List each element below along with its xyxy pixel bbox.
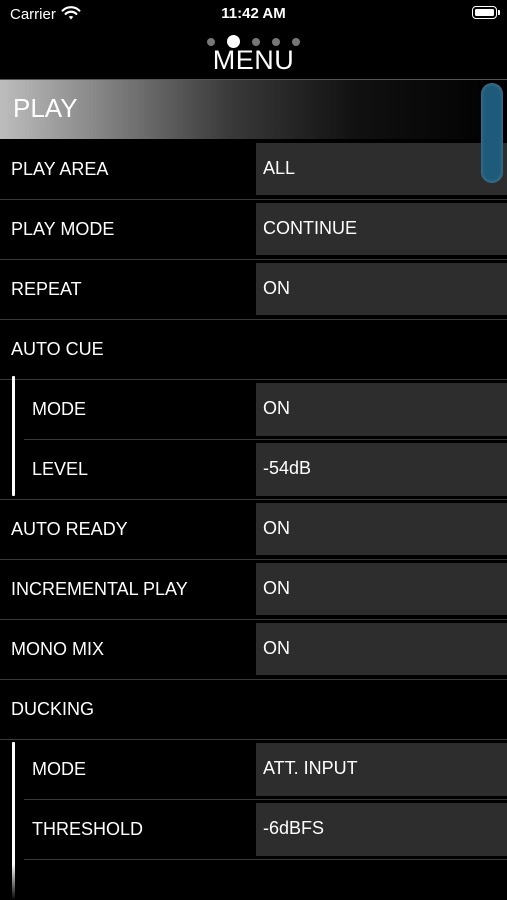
setting-value-field[interactable]: ATT. INPUT (256, 743, 507, 796)
setting-value-field[interactable]: ON (256, 623, 507, 675)
setting-value-field[interactable]: ON (256, 383, 507, 436)
setting-value-field[interactable]: -54dB (256, 443, 507, 496)
group-label: AUTO CUE (11, 339, 104, 359)
setting-label: MODE (32, 759, 86, 779)
setting-value: ON (263, 578, 290, 598)
setting-row-play-area[interactable]: PLAY AREA ALL (0, 140, 507, 200)
setting-label: INCREMENTAL PLAY (11, 579, 188, 599)
section-title: PLAY (13, 93, 78, 123)
scrollbar-thumb[interactable] (481, 83, 503, 183)
setting-value-field[interactable]: -6dBFS (256, 803, 507, 856)
setting-value-field[interactable]: ALL (256, 143, 507, 195)
setting-row-incremental-play[interactable]: INCREMENTAL PLAY ON (0, 560, 507, 620)
status-bar: Carrier 11:42 AM (0, 0, 507, 30)
setting-row-mono-mix[interactable]: MONO MIX ON (0, 620, 507, 680)
setting-group-ducking: DUCKING (0, 680, 507, 740)
setting-value: ON (263, 638, 290, 658)
setting-row-ducking-mode[interactable]: MODE ATT. INPUT (0, 740, 507, 800)
setting-row-play-mode[interactable]: PLAY MODE CONTINUE (0, 200, 507, 260)
section-header-play: PLAY (0, 80, 507, 139)
setting-label: THRESHOLD (32, 819, 144, 839)
setting-group-auto-cue: AUTO CUE (0, 320, 507, 380)
battery-icon (472, 6, 500, 19)
setting-value: ATT. INPUT (263, 758, 358, 778)
setting-row-auto-cue-mode[interactable]: MODE ON (0, 380, 507, 440)
setting-value: CONTINUE (263, 218, 357, 238)
status-time: 11:42 AM (221, 5, 286, 22)
setting-label: REPEAT (11, 279, 82, 299)
setting-value: ON (263, 518, 290, 538)
setting-value: ON (263, 398, 290, 418)
setting-value-field[interactable]: ON (256, 263, 507, 315)
settings-list: PLAY AREA ALL PLAY MODE CONTINUE REPEAT … (0, 140, 507, 860)
group-label: DUCKING (11, 699, 95, 719)
setting-row-repeat[interactable]: REPEAT ON (0, 260, 507, 320)
setting-value: -6dBFS (263, 818, 325, 838)
group-bracket-auto-cue (12, 376, 15, 496)
setting-value: ALL (263, 158, 296, 178)
setting-label: PLAY AREA (11, 159, 109, 179)
setting-row-auto-ready[interactable]: AUTO READY ON (0, 500, 507, 560)
setting-value: ON (263, 278, 290, 298)
page-title: MENU (212, 45, 295, 75)
setting-label: AUTO READY (11, 519, 128, 539)
setting-value-field[interactable]: ON (256, 503, 507, 555)
setting-value-field[interactable]: CONTINUE (256, 203, 507, 255)
setting-label: MONO MIX (11, 639, 104, 659)
bottom-fade (0, 864, 507, 900)
setting-value-field[interactable]: ON (256, 563, 507, 615)
setting-value: -54dB (263, 458, 312, 478)
setting-label: MODE (32, 399, 86, 419)
setting-label: LEVEL (32, 459, 89, 479)
setting-label: PLAY MODE (11, 219, 115, 239)
setting-row-ducking-threshold[interactable]: THRESHOLD -6dBFS (0, 800, 507, 860)
setting-row-auto-cue-level[interactable]: LEVEL -54dB (0, 440, 507, 500)
